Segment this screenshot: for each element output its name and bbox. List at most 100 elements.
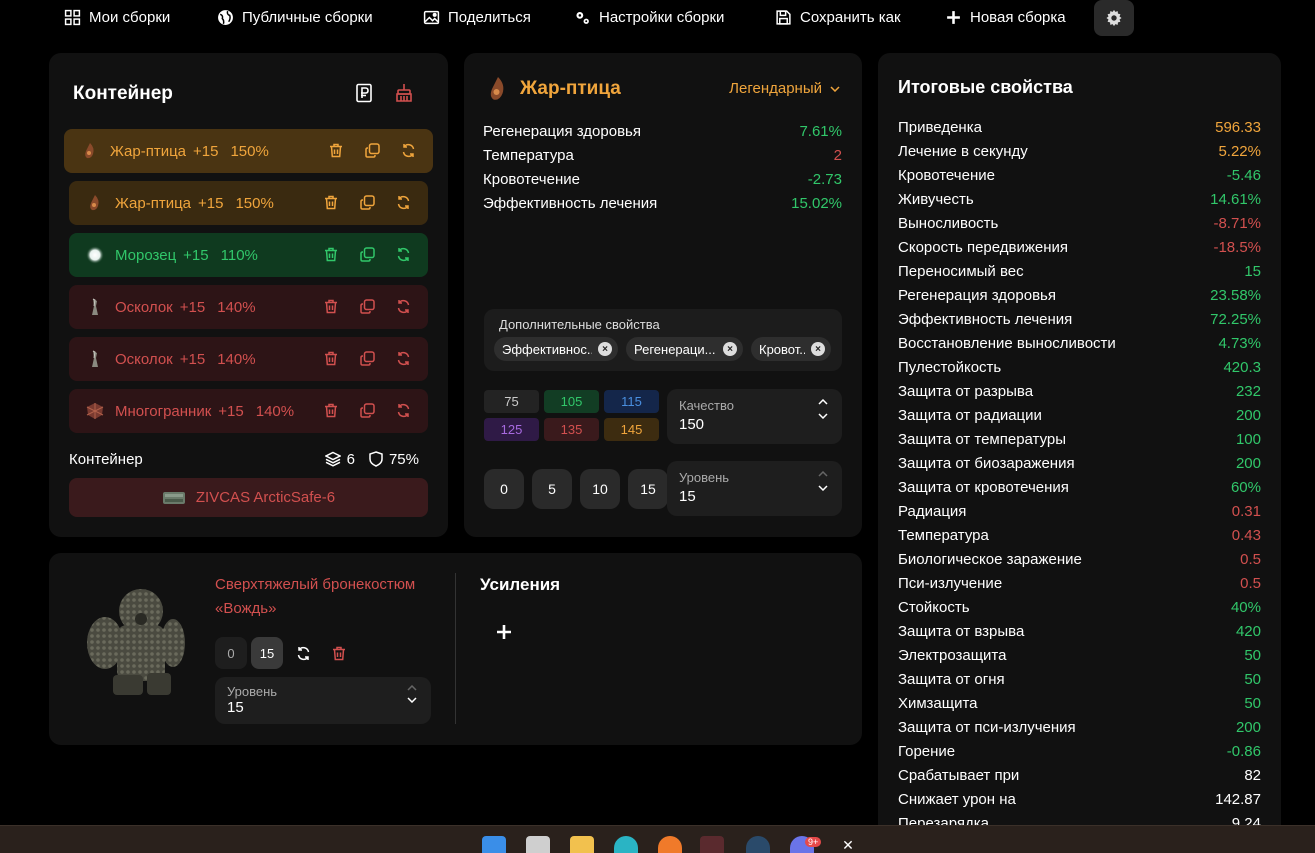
new-build-button[interactable]: Новая сборка (945, 0, 1066, 34)
windows-start-icon[interactable] (482, 836, 506, 853)
quality-preset-button[interactable]: 145 (604, 418, 659, 441)
armor-level-value: 15 (227, 699, 244, 716)
divider (455, 573, 456, 724)
totals-row: Химзащита 50 (898, 691, 1261, 715)
quality-preset-button[interactable]: 105 (544, 390, 599, 413)
copy-icon[interactable] (358, 193, 376, 211)
trash-icon[interactable] (322, 401, 340, 419)
level-preset-button[interactable]: 10 (580, 469, 620, 509)
quality-preset-button[interactable]: 125 (484, 418, 539, 441)
trash-icon[interactable] (322, 349, 340, 367)
quality-preset-button[interactable]: 135 (544, 418, 599, 441)
chip-remove-icon[interactable]: × (723, 342, 737, 356)
armor-level-input[interactable]: Уровень 15 (215, 677, 431, 724)
refresh-icon[interactable] (394, 193, 412, 211)
steam-icon[interactable] (746, 836, 770, 853)
totals-label: Эффективность лечения (898, 310, 1073, 328)
public-builds-button[interactable]: Публичные сборки (217, 0, 373, 34)
container-slots: 6 (346, 450, 355, 468)
property-label: Кровотечение (483, 171, 580, 188)
level-preset-button[interactable]: 15 (628, 469, 668, 509)
chevron-up-icon[interactable] (407, 685, 417, 691)
broom-icon (396, 84, 412, 102)
x-app-icon[interactable]: ✕ (836, 836, 860, 853)
totals-label: Биологическое заражение (898, 550, 1082, 568)
globe-icon (218, 9, 233, 25)
file-explorer-icon[interactable] (570, 836, 594, 853)
share-button[interactable]: Поделиться (423, 0, 531, 34)
copy-icon[interactable] (358, 349, 376, 367)
chip-remove-icon[interactable]: × (811, 342, 825, 356)
clear-container-button[interactable] (392, 81, 416, 105)
chip-remove-icon[interactable]: × (598, 342, 612, 356)
container-select-button[interactable]: ZIVCAS ArcticSafe-6 (69, 478, 428, 517)
artifact-row[interactable]: Морозец +15 110% (69, 233, 428, 277)
armor-level-max-button[interactable]: 15 (251, 637, 283, 669)
artifact-name: Морозец (115, 246, 177, 264)
my-builds-button[interactable]: Мои сборки (64, 0, 170, 34)
artifact-level: +15 (198, 194, 224, 212)
refresh-icon[interactable] (399, 141, 417, 159)
chevron-up-icon[interactable] (818, 471, 828, 477)
refresh-icon[interactable] (394, 401, 412, 419)
totals-row: Живучесть 14.61% (898, 187, 1261, 211)
copy-icon[interactable] (358, 245, 376, 263)
chevron-up-icon[interactable] (818, 399, 828, 405)
armor-level-label: Уровень (227, 684, 278, 699)
artifact-row[interactable]: Жар-птица +15 150% (64, 129, 433, 173)
property-label: Регенерация здоровья (483, 123, 641, 140)
armor-refresh-button[interactable] (287, 637, 319, 669)
artifact-row[interactable]: Многогранник +15 140% (69, 389, 428, 433)
trash-icon[interactable] (322, 193, 340, 211)
armor-delete-button[interactable] (323, 637, 355, 669)
totals-row: Биологическое заражение 0.5 (898, 547, 1261, 571)
totals-row: Защита от пси-излучения 200 (898, 715, 1261, 739)
quality-input[interactable]: Качество 150 (667, 389, 842, 444)
ruble-button[interactable] (352, 81, 376, 105)
trash-icon[interactable] (327, 141, 345, 159)
firebird-icon (80, 141, 100, 161)
copy-icon[interactable] (358, 297, 376, 315)
edge-browser-icon[interactable] (614, 836, 638, 853)
refresh-icon[interactable] (394, 245, 412, 263)
artifact-name: Многогранник (115, 402, 212, 420)
extra-properties-select[interactable]: Дополнительные свойства Эффективнос... ×… (484, 309, 842, 371)
totals-row: Лечение в секунду 5.22% (898, 139, 1261, 163)
stalcraft-icon[interactable] (700, 836, 724, 853)
copy-icon[interactable] (358, 401, 376, 419)
refresh-icon[interactable] (394, 297, 412, 315)
property-value: 2 (833, 147, 842, 164)
totals-value: 50 (1244, 670, 1261, 688)
chevron-down-icon[interactable] (818, 485, 828, 491)
chevron-down-icon[interactable] (818, 413, 828, 419)
settings-button[interactable] (1094, 0, 1134, 36)
save-as-button[interactable]: Сохранить как (775, 0, 901, 34)
totals-value: -8.71% (1213, 214, 1261, 232)
quality-preset-button[interactable]: 75 (484, 390, 539, 413)
artifact-property: Регенерация здоровья 7.61% (483, 123, 842, 140)
task-view-icon[interactable] (526, 836, 550, 853)
chip-label: Регенераци... (634, 341, 716, 357)
chevron-down-icon[interactable] (407, 697, 417, 703)
artifact-row[interactable]: Жар-птица +15 150% (69, 181, 428, 225)
totals-label: Восстановление выносливости (898, 334, 1116, 352)
gear-icon (1106, 9, 1122, 27)
app-icon[interactable] (658, 836, 682, 853)
rarity-dropdown[interactable]: Легендарный (729, 80, 840, 97)
level-input[interactable]: Уровень 15 (667, 461, 842, 516)
add-boost-button[interactable] (493, 621, 515, 643)
quality-preset-button[interactable]: 115 (604, 390, 659, 413)
refresh-icon[interactable] (394, 349, 412, 367)
copy-icon[interactable] (363, 141, 381, 159)
trash-icon[interactable] (322, 245, 340, 263)
build-settings-button[interactable]: Настройки сборки (574, 0, 724, 34)
artifact-row[interactable]: Осколок +15 140% (69, 337, 428, 381)
totals-row: Стойкость 40% (898, 595, 1261, 619)
armor-level-zero-button[interactable]: 0 (215, 637, 247, 669)
artifact-row[interactable]: Осколок +15 140% (69, 285, 428, 329)
level-value: 15 (679, 488, 696, 505)
totals-label: Скорость передвижения (898, 238, 1069, 256)
trash-icon[interactable] (322, 297, 340, 315)
level-preset-button[interactable]: 5 (532, 469, 572, 509)
level-preset-button[interactable]: 0 (484, 469, 524, 509)
